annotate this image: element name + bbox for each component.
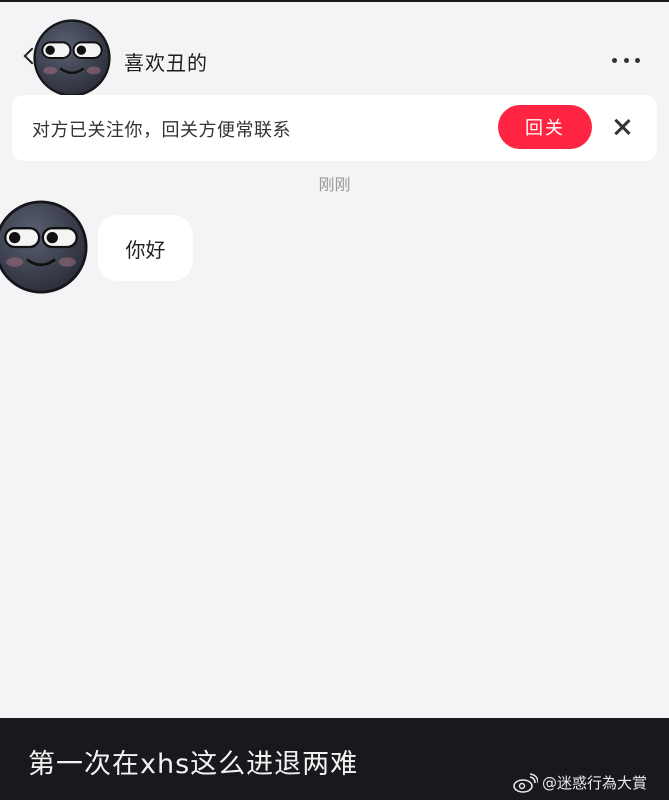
follow-back-button[interactable]: 回关	[498, 105, 592, 149]
follow-back-banner: 对方已关注你，回关方便常联系 回关	[12, 95, 657, 161]
watermark-text: @迷惑行為大賞	[542, 774, 648, 792]
message-timestamp: 刚刚	[318, 175, 351, 194]
close-icon[interactable]	[612, 117, 632, 137]
follow-banner-text: 对方已关注你，回关方便常联系	[32, 120, 291, 141]
more-horizontal-icon[interactable]	[612, 58, 640, 64]
contact-name: 喜欢丑的	[124, 51, 208, 75]
chat-header: 喜欢丑的	[0, 2, 669, 97]
message-bubble[interactable]: 你好	[98, 215, 193, 281]
avatar[interactable]	[33, 19, 111, 97]
watermark: @迷惑行為大賞	[512, 772, 647, 793]
avatar[interactable]	[0, 200, 88, 294]
caption-text: 第一次在xhs这么进退两难	[28, 749, 359, 780]
more-dot	[612, 58, 617, 63]
more-dot	[635, 58, 640, 63]
more-dot	[623, 58, 629, 63]
caption-bar: 第一次在xhs这么进退两难 @迷惑行為大賞	[0, 718, 669, 800]
weibo-icon	[513, 772, 538, 793]
